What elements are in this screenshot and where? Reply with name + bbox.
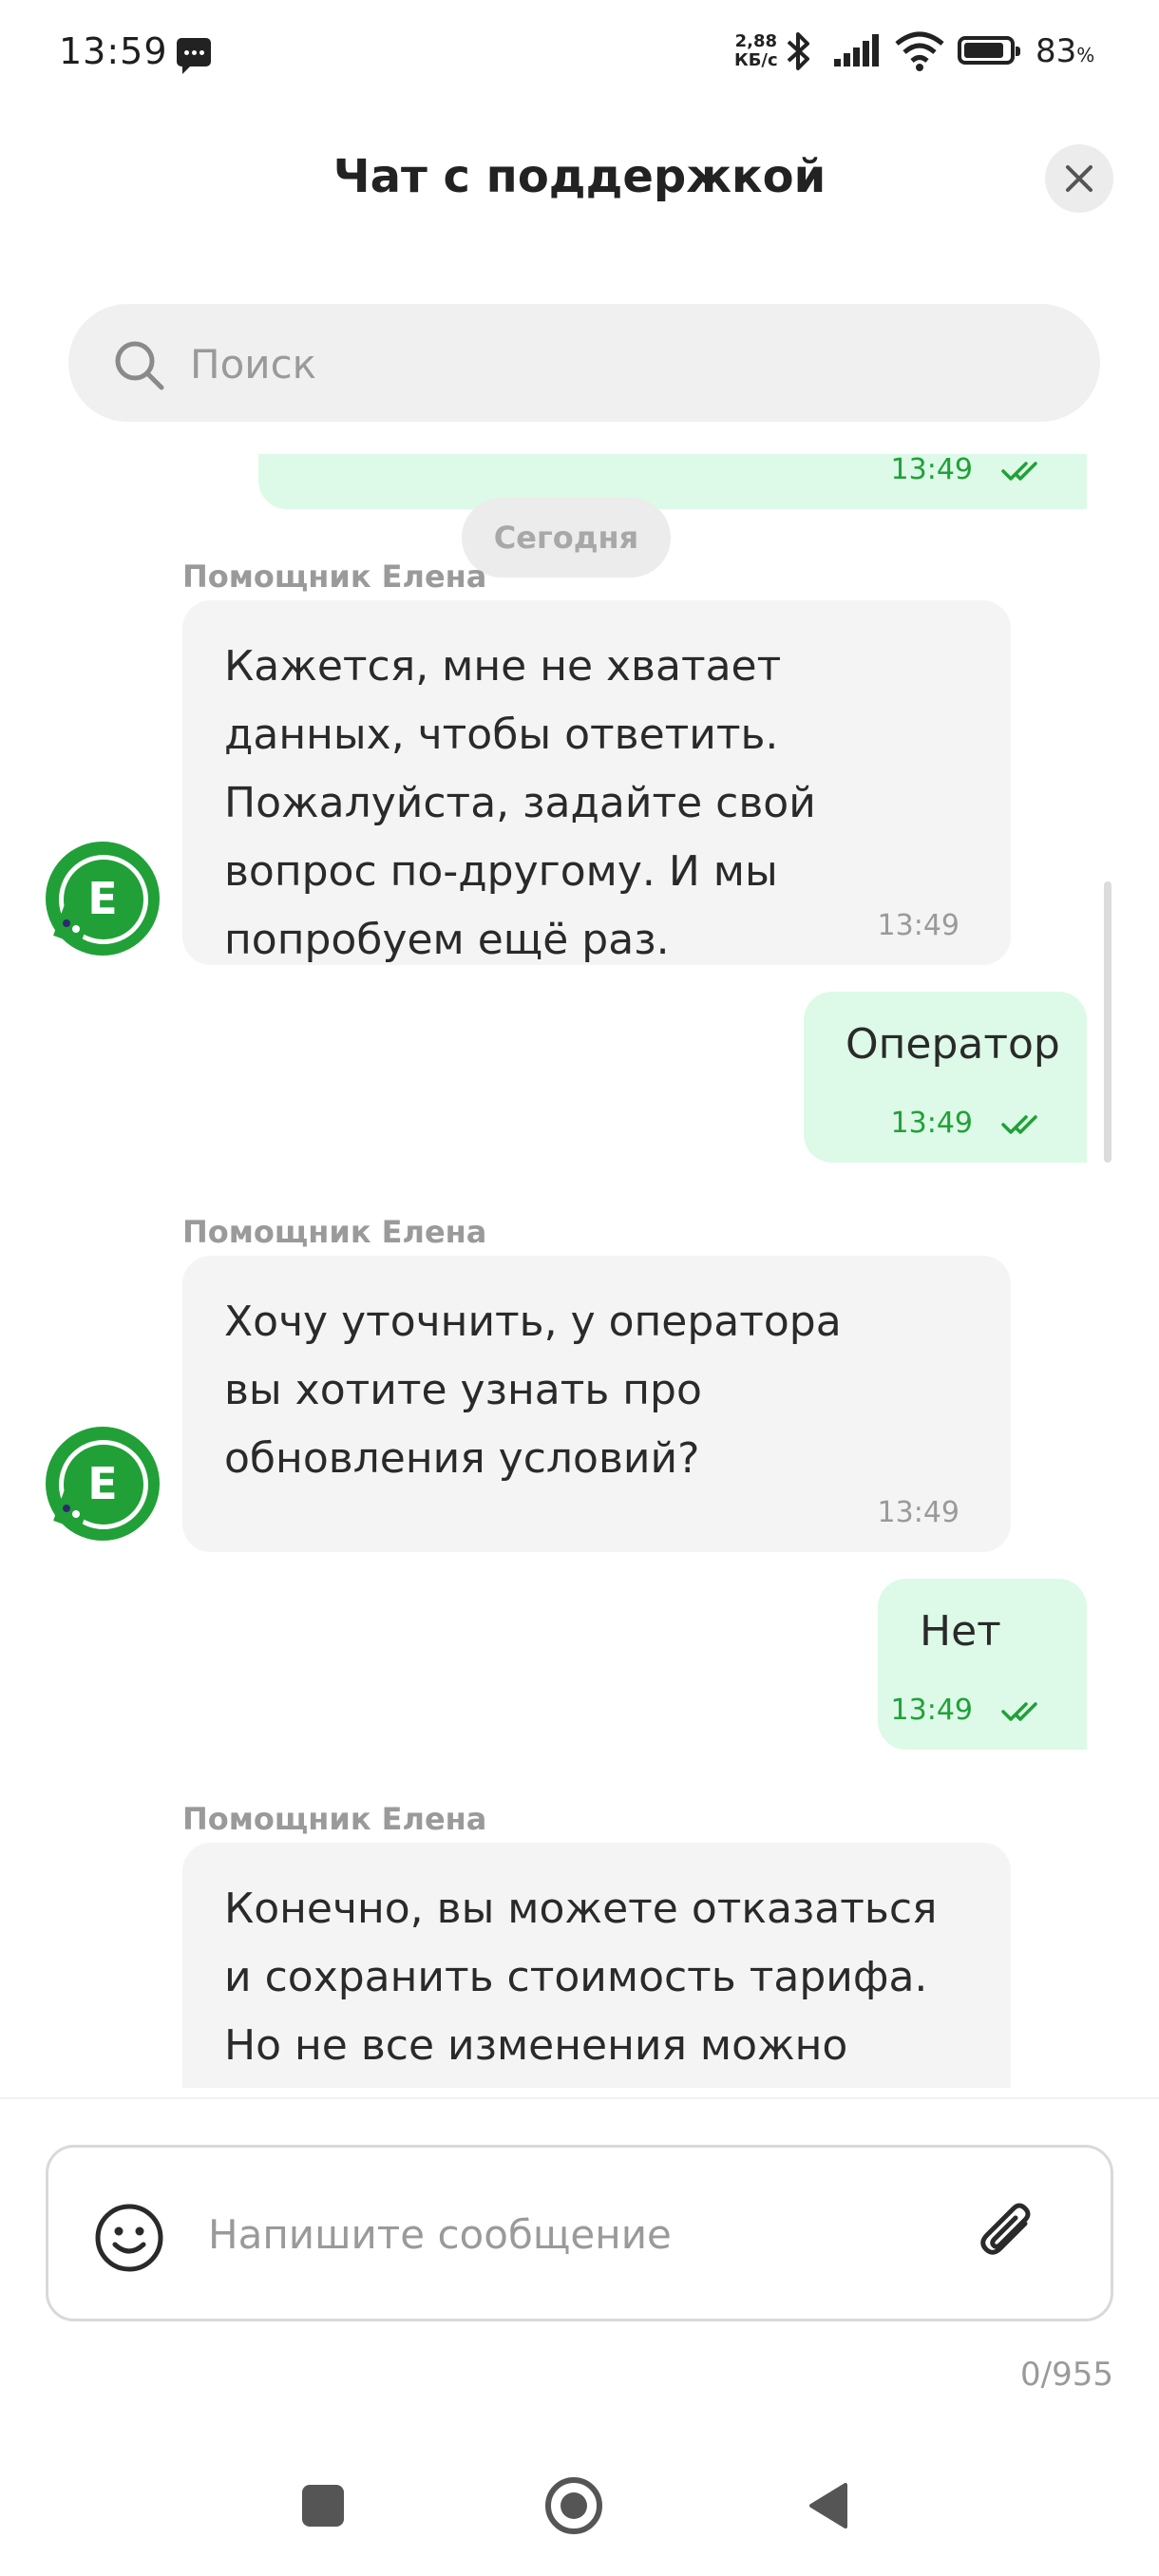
- message-time: 13:49: [890, 1107, 973, 1140]
- message-time: 13:49: [877, 1496, 960, 1529]
- message-time: 13:49: [877, 909, 960, 942]
- avatar-letter: E: [87, 873, 118, 924]
- network-speed: 2,88 КБ/с: [734, 32, 778, 70]
- avatar: E: [46, 842, 160, 956]
- recent-apps-button[interactable]: [302, 2485, 344, 2527]
- sender-name: Помощник Елена: [182, 559, 487, 595]
- double-check-icon: [1001, 1702, 1037, 1721]
- chat-scrollbar[interactable]: [1104, 881, 1112, 1163]
- double-check-icon: [1001, 462, 1037, 481]
- message-time: 13:49: [890, 1694, 973, 1727]
- date-separator: Сегодня: [462, 498, 671, 578]
- back-button[interactable]: [808, 2481, 849, 2530]
- bluetooth-icon: [787, 32, 809, 70]
- message-text: Оператор: [846, 1020, 1060, 1069]
- message-text: Нет: [920, 1607, 1001, 1656]
- wifi-icon: [895, 31, 944, 71]
- signal-icon: [834, 34, 879, 66]
- close-button[interactable]: [1045, 144, 1113, 213]
- incoming-message: Кажется, мне не хватает данных, чтобы от…: [182, 600, 1011, 965]
- message-text: Конечно, вы можете отказаться и сохранит…: [224, 1885, 938, 2070]
- search-icon: [115, 341, 164, 390]
- message-input[interactable]: [206, 2199, 970, 2269]
- message-composer[interactable]: [46, 2145, 1113, 2321]
- double-check-icon: [1001, 1115, 1037, 1134]
- message-text: Хочу уточнить, у оператора вы хотите узн…: [224, 1297, 842, 1483]
- outgoing-message: Оператор 13:49: [804, 992, 1087, 1163]
- status-time: 13:59: [59, 30, 168, 72]
- page-title: Чат с поддержкой: [332, 150, 826, 203]
- attach-icon[interactable]: [970, 2195, 1046, 2271]
- battery-percent: 83%: [1036, 32, 1095, 70]
- battery-icon: [958, 36, 1020, 65]
- avatar-letter: E: [87, 1458, 118, 1509]
- message-notification-icon: [177, 38, 211, 74]
- chat-messages[interactable]: 13:49 Сегодня Помощник Елена Кажется, мн…: [0, 454, 1159, 2088]
- network-speed-value: 2,88: [734, 31, 778, 51]
- close-icon: [1066, 165, 1092, 192]
- emoji-icon[interactable]: [94, 2203, 164, 2273]
- message-time: 13:49: [890, 454, 973, 486]
- sender-name: Помощник Елена: [182, 1801, 487, 1837]
- message-text: Кажется, мне не хватает данных, чтобы от…: [224, 642, 816, 964]
- search-bar[interactable]: [68, 304, 1100, 422]
- outgoing-message: Нет 13:49: [878, 1579, 1087, 1750]
- search-input[interactable]: [188, 329, 1047, 399]
- network-speed-unit: КБ/с: [734, 50, 778, 70]
- home-button[interactable]: [545, 2477, 602, 2534]
- outgoing-message-partial: 13:49: [258, 454, 1087, 509]
- avatar: E: [46, 1427, 160, 1541]
- incoming-message: Хочу уточнить, у оператора вы хотите узн…: [182, 1256, 1011, 1552]
- incoming-message: Конечно, вы можете отказаться и сохранит…: [182, 1843, 1011, 2088]
- sender-name: Помощник Елена: [182, 1214, 487, 1250]
- character-counter: 0/955: [1020, 2356, 1113, 2394]
- composer-divider: [0, 2097, 1159, 2099]
- status-bar: 13:59 2,88 КБ/с 83%: [0, 0, 1159, 110]
